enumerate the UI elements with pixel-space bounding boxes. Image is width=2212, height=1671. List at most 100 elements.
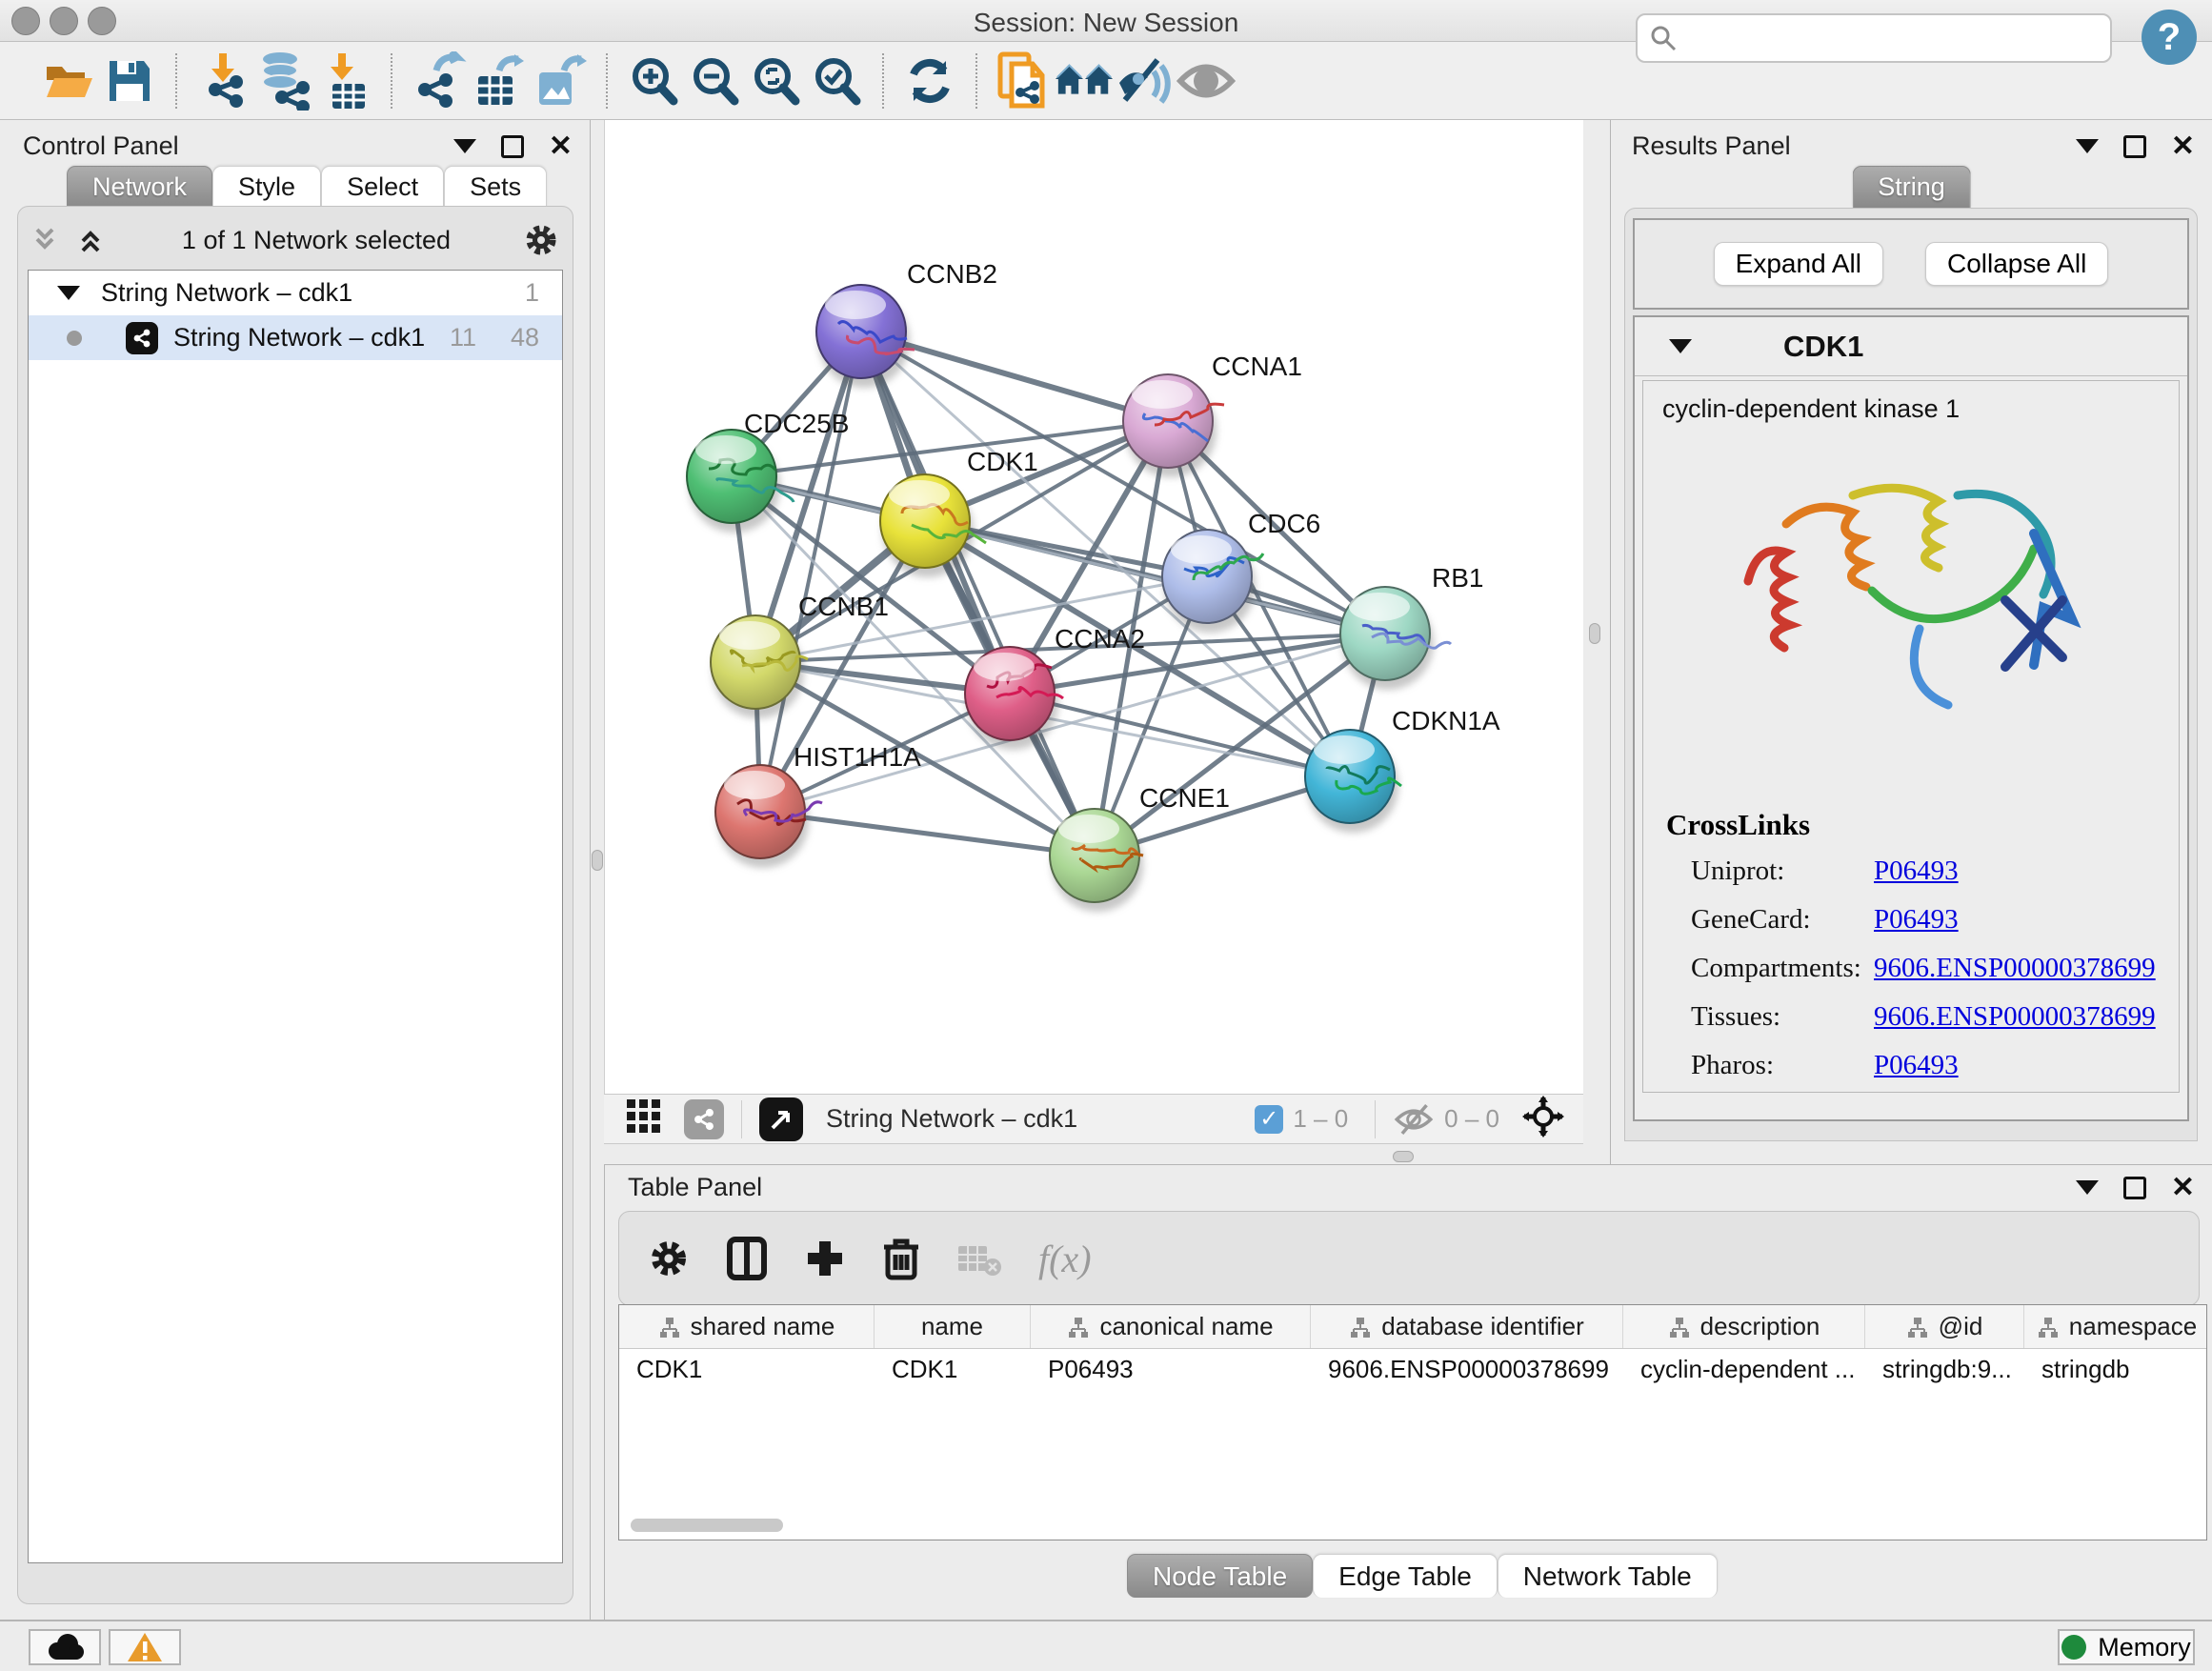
help-button[interactable]: ? — [2142, 10, 2197, 65]
collapse-all-icon[interactable] — [31, 226, 64, 254]
warnings-button[interactable] — [109, 1629, 181, 1665]
export-table-button[interactable] — [469, 50, 530, 111]
hidden-eye-icon[interactable] — [1393, 1102, 1435, 1137]
expand-all-button[interactable]: Expand All — [1714, 242, 1883, 286]
table-cell[interactable]: CDK1 — [875, 1349, 1031, 1393]
tab-node-table[interactable]: Node Table — [1127, 1554, 1313, 1598]
hide-selected-button[interactable] — [1115, 50, 1176, 111]
network-edge-CCNB2-HIST1H1A[interactable] — [760, 332, 861, 812]
column-header-canonicalname[interactable]: canonical name — [1031, 1305, 1311, 1348]
zoom-selected-button[interactable] — [806, 50, 867, 111]
network-node-CCNB2[interactable]: CCNB2 — [816, 259, 997, 388]
panel-menu-icon[interactable] — [453, 139, 476, 153]
open-session-button[interactable] — [38, 50, 99, 111]
import-network-from-database-button[interactable] — [253, 50, 314, 111]
tab-network[interactable]: Network — [67, 166, 212, 208]
expand-all-icon[interactable] — [77, 226, 110, 254]
gene-section-collapse-icon[interactable] — [1669, 339, 1692, 353]
column-header-namespace[interactable]: namespace — [2024, 1305, 2207, 1348]
panel-menu-icon[interactable] — [2076, 1180, 2099, 1195]
crosslink-link[interactable]: P06493 — [1874, 1050, 1959, 1081]
table-cell[interactable]: 9606.ENSP00000378699 — [1311, 1349, 1623, 1393]
cloud-button[interactable] — [29, 1629, 101, 1665]
table-cell[interactable]: P06493 — [1031, 1349, 1311, 1393]
table-cell[interactable]: stringdb:9... — [1865, 1349, 2024, 1393]
memory-button[interactable]: Memory — [2058, 1629, 2195, 1665]
table-cell[interactable]: CDK1 — [619, 1349, 875, 1393]
panel-close-icon[interactable]: ✕ — [549, 135, 573, 158]
column-header-databaseidentifier[interactable]: database identifier — [1311, 1305, 1623, 1348]
network-node-RB1[interactable]: RB1 — [1340, 563, 1483, 690]
network-node-CDKN1A[interactable]: CDKN1A — [1305, 706, 1500, 833]
collapse-all-button[interactable]: Collapse All — [1925, 242, 2108, 286]
tab-network-table[interactable]: Network Table — [1498, 1554, 1718, 1598]
network-edge-CCNE1-HIST1H1A[interactable] — [760, 812, 1095, 856]
export-network-button[interactable] — [408, 50, 469, 111]
scrollbar-thumb[interactable] — [631, 1519, 783, 1532]
network-node-CDC25B[interactable]: CDC25B — [687, 409, 849, 533]
tab-sets[interactable]: Sets — [444, 166, 547, 208]
export-image-button[interactable] — [530, 50, 591, 111]
panel-close-icon[interactable]: ✕ — [2171, 1177, 2195, 1199]
network-node-HIST1H1A[interactable]: HIST1H1A — [715, 742, 921, 868]
home-button[interactable] — [1054, 50, 1115, 111]
column-header-description[interactable]: description — [1623, 1305, 1865, 1348]
import-table-button[interactable] — [314, 50, 375, 111]
collection-expand-icon[interactable] — [57, 286, 80, 300]
node-table[interactable]: shared namenamecanonical namedatabase id… — [618, 1304, 2207, 1540]
selected-checkbox-icon[interactable]: ✓ — [1255, 1105, 1283, 1134]
tab-string[interactable]: String — [1852, 166, 1971, 208]
zoom-out-button[interactable] — [684, 50, 745, 111]
network-node-CCNE1[interactable]: CCNE1 — [1050, 783, 1230, 912]
panel-float-icon[interactable] — [2123, 135, 2146, 158]
network-view-type-button[interactable] — [684, 1099, 724, 1139]
add-column-icon[interactable] — [804, 1238, 846, 1279]
network-row[interactable]: String Network – cdk1 11 48 — [29, 315, 562, 360]
crosslink-link[interactable]: 9606.ENSP00000378699 — [1874, 953, 2156, 984]
show-all-button[interactable] — [1176, 50, 1237, 111]
tab-edge-table[interactable]: Edge Table — [1313, 1554, 1498, 1598]
crosslink-link[interactable]: P06493 — [1874, 904, 1959, 936]
horizontal-scrollbar[interactable] — [619, 1519, 2206, 1536]
grid-view-button[interactable] — [625, 1097, 663, 1140]
table-cell[interactable]: cyclin-dependent ... — [1623, 1349, 1865, 1393]
network-edge-CCNB2-CCNE1[interactable] — [861, 332, 1095, 856]
panel-float-icon[interactable] — [501, 135, 524, 158]
panel-float-icon[interactable] — [2123, 1177, 2146, 1199]
delete-table-icon[interactable] — [956, 1240, 1002, 1277]
left-splitter-handle[interactable] — [592, 850, 603, 871]
table-row[interactable]: CDK1CDK1P064939606.ENSP00000378699cyclin… — [619, 1349, 2206, 1393]
network-canvas[interactable]: CCNB2CCNA1CDC25BCDK1CDC6RB1CCNB1CCNA2CDK… — [604, 120, 1583, 1094]
tab-style[interactable]: Style — [212, 166, 321, 208]
fit-content-button[interactable] — [1522, 1096, 1564, 1142]
horizontal-splitter-handle[interactable] — [1393, 1151, 1414, 1162]
column-header-id[interactable]: @id — [1865, 1305, 2024, 1348]
network-graph[interactable]: CCNB2CCNA1CDC25BCDK1CDC6RB1CCNB1CCNA2CDK… — [605, 120, 1584, 1094]
search-input[interactable] — [1678, 24, 2087, 53]
open-in-window-button[interactable] — [759, 1097, 803, 1141]
delete-column-icon[interactable] — [882, 1236, 920, 1281]
function-builder-button[interactable]: f(x) — [1038, 1237, 1092, 1281]
zoom-in-button[interactable] — [623, 50, 684, 111]
tab-select[interactable]: Select — [321, 166, 444, 208]
search-box[interactable] — [1636, 13, 2112, 63]
refresh-button[interactable] — [899, 50, 960, 111]
network-collection-row[interactable]: String Network – cdk1 1 — [29, 271, 562, 315]
zoom-fit-button[interactable] — [745, 50, 806, 111]
options-gear-icon[interactable] — [523, 222, 559, 258]
column-header-sharedname[interactable]: shared name — [619, 1305, 875, 1348]
table-cell[interactable]: stringdb — [2024, 1349, 2207, 1393]
show-columns-icon[interactable] — [726, 1236, 768, 1281]
duplicate-network-button[interactable] — [993, 50, 1054, 111]
panel-close-icon[interactable]: ✕ — [2171, 135, 2195, 158]
crosslink-link[interactable]: 9606.ENSP00000378699 — [1874, 1001, 2156, 1033]
import-network-button[interactable] — [192, 50, 253, 111]
column-header-name[interactable]: name — [875, 1305, 1031, 1348]
table-options-gear-icon[interactable] — [648, 1238, 690, 1279]
network-node-CCNB1[interactable]: CCNB1 — [711, 592, 889, 718]
network-node-CCNA1[interactable]: CCNA1 — [1123, 352, 1302, 477]
panel-menu-icon[interactable] — [2076, 139, 2099, 153]
save-session-button[interactable] — [99, 50, 160, 111]
crosslink-link[interactable]: P06493 — [1874, 856, 1959, 887]
right-splitter-handle[interactable] — [1589, 623, 1600, 644]
